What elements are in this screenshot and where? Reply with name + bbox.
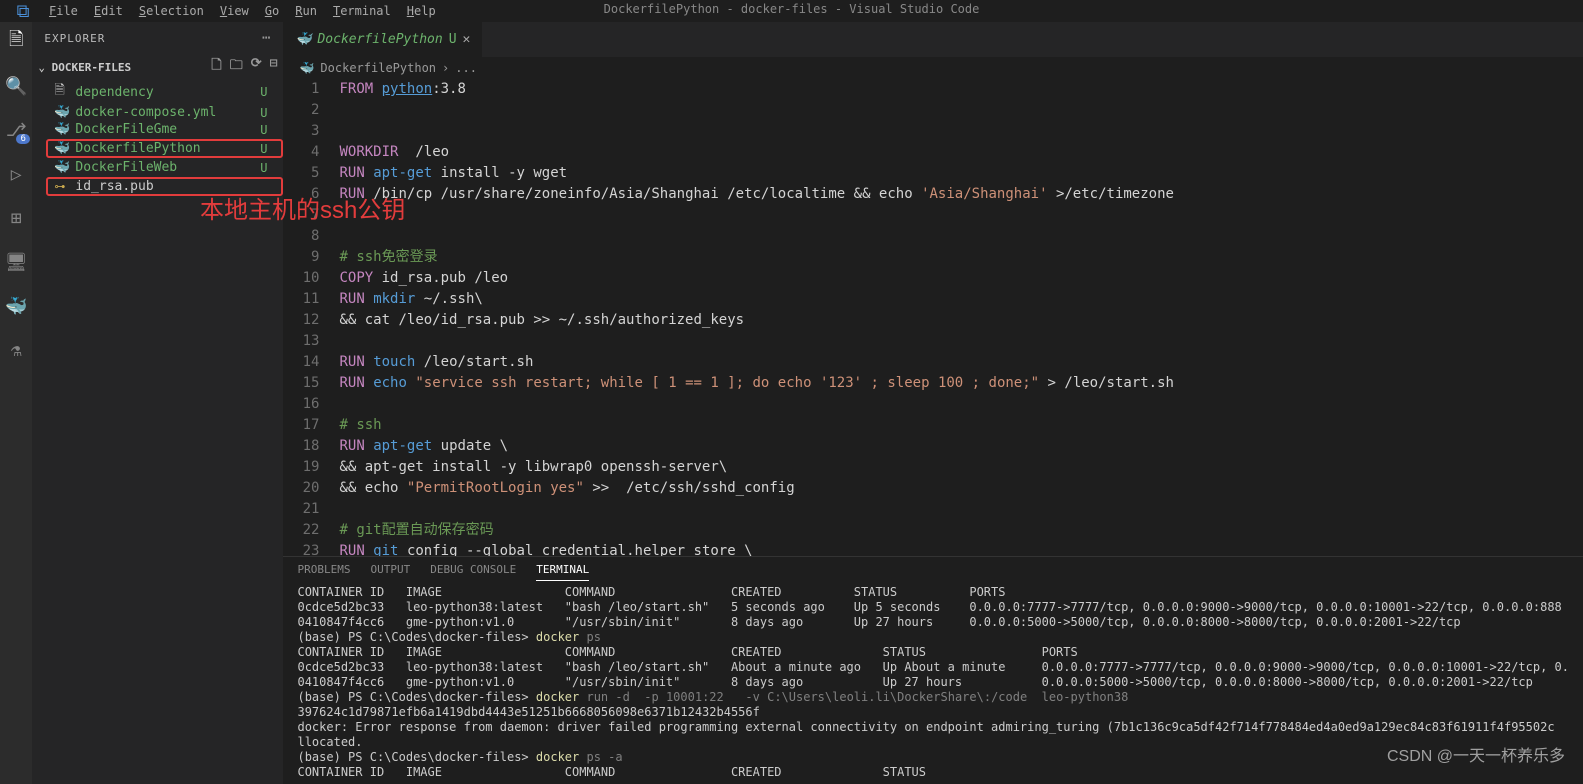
panel-tab-debug-console[interactable]: DEBUG CONSOLE [430, 563, 516, 581]
debug-icon[interactable]: ▷ [4, 162, 28, 186]
tab-dockerfile-python[interactable]: 🐳 DockerfilePython U ✕ [283, 22, 482, 57]
refresh-icon[interactable]: ⟳ [251, 56, 262, 78]
breadcrumb[interactable]: 🐳 DockerfilePython › ... [283, 57, 1583, 79]
panel-tab-problems[interactable]: PROBLEMS [297, 563, 350, 581]
menu-edit[interactable]: Edit [86, 2, 131, 20]
testing-icon[interactable]: ⚗ [4, 338, 28, 362]
menu-file[interactable]: File [41, 2, 86, 20]
panel-tabs: PROBLEMS OUTPUT DEBUG CONSOLE TERMINAL [283, 557, 1583, 581]
docker-file-icon: 🐳 [295, 32, 311, 47]
editor-area: 🐳 DockerfilePython U ✕ 🐳 DockerfilePytho… [283, 22, 1583, 784]
panel-tab-output[interactable]: OUTPUT [370, 563, 410, 581]
file-item-docker-compose-yml[interactable]: 🐳docker-compose.ymlU [46, 104, 283, 121]
editor[interactable]: 1234567891011121314151617181920212223 FR… [283, 79, 1583, 556]
file-item-dockerfilepython[interactable]: 🐳DockerfilePythonU [46, 139, 283, 158]
sidebar: EXPLORER ⋯ ⌄ DOCKER-FILES 🗋 🗀 ⟳ ⊟ 🗎depen… [32, 22, 283, 784]
source-control-icon[interactable]: ⎇6 [4, 118, 28, 142]
sidebar-title: EXPLORER [44, 32, 105, 45]
tabs: 🐳 DockerfilePython U ✕ [283, 22, 1583, 57]
menu-go[interactable]: Go [257, 2, 287, 20]
scm-badge: 6 [16, 134, 30, 144]
docker-file-icon: 🐳 [299, 61, 314, 75]
window-title: DockerfilePython - docker-files - Visual… [604, 2, 980, 16]
new-folder-icon[interactable]: 🗀 [230, 56, 243, 78]
new-file-icon[interactable]: 🗋 [211, 56, 221, 78]
file-item-dockerfilegme[interactable]: 🐳DockerFileGmeU [46, 121, 283, 138]
menu-terminal[interactable]: Terminal [325, 2, 399, 20]
close-icon[interactable]: ✕ [463, 32, 471, 47]
extensions-icon[interactable]: ⊞ [4, 206, 28, 230]
file-item-dependency[interactable]: 🗎dependencyU [46, 80, 283, 104]
collapse-icon[interactable]: ⊟ [270, 56, 278, 78]
explorer-icon[interactable]: 🗎 [4, 30, 28, 54]
menu-run[interactable]: Run [287, 2, 325, 20]
file-item-dockerfileweb[interactable]: 🐳DockerFileWebU [46, 159, 283, 176]
file-list: 🗎dependencyU🐳docker-compose.ymlU🐳DockerF… [32, 80, 283, 197]
panel-tab-terminal[interactable]: TERMINAL [536, 563, 589, 581]
remote-icon[interactable]: 🖥 [4, 250, 28, 274]
vscode-logo-icon: ⧉ [11, 0, 35, 23]
watermark: CSDN @一天一杯养乐多 [1387, 742, 1565, 766]
activity-bar: 🗎 🔍 ⎇6 ▷ ⊞ 🖥 🐳 ⚗ [0, 22, 32, 784]
sidebar-meatballs-icon[interactable]: ⋯ [262, 30, 271, 46]
menu-selection[interactable]: Selection [131, 2, 212, 20]
menu-view[interactable]: View [212, 2, 257, 20]
menu-help[interactable]: Help [399, 2, 444, 20]
folder-name[interactable]: ⌄ DOCKER-FILES [38, 61, 131, 74]
annotation-text: 本地主机的ssh公钥 [200, 190, 405, 225]
docker-icon[interactable]: 🐳 [4, 294, 28, 318]
search-icon[interactable]: 🔍 [4, 74, 28, 98]
